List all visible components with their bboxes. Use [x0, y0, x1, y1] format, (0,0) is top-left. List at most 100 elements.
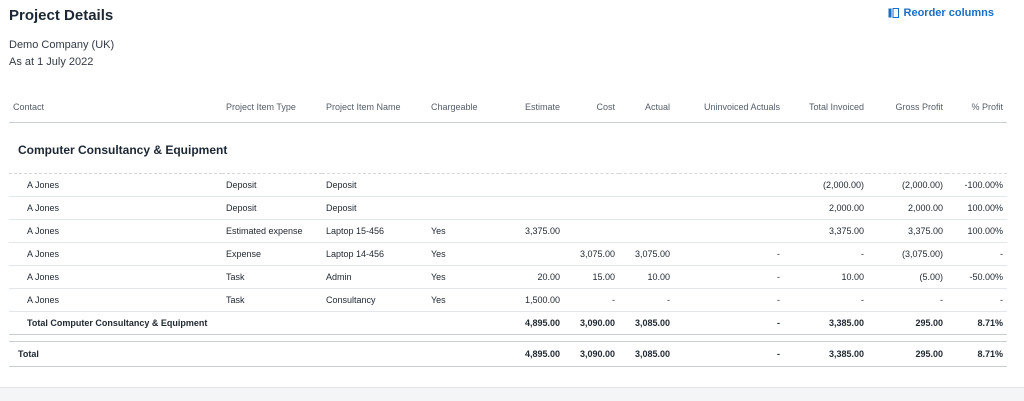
cell-contact[interactable]: A Jones — [9, 219, 222, 243]
total-uninvoiced: - — [674, 341, 784, 367]
total-percent-profit: 8.71% — [947, 341, 1007, 367]
cell-uninvoiced: - — [674, 265, 784, 289]
cell-contact[interactable]: A Jones — [9, 242, 222, 266]
subtotal-uninvoiced: - — [674, 311, 784, 335]
cell-uninvoiced — [674, 173, 784, 197]
cell-gross-profit: 3,375.00 — [868, 219, 947, 243]
column-header-cost[interactable]: Cost — [564, 92, 619, 123]
column-header-item-name[interactable]: Project Item Name — [322, 92, 427, 123]
cell-uninvoiced — [674, 219, 784, 243]
columns-icon — [888, 8, 899, 18]
table-row[interactable]: A Jones Expense Laptop 14-456 Yes 3,075.… — [9, 242, 1007, 266]
cell-estimate: 1,500.00 — [509, 288, 564, 312]
cell-cost — [564, 196, 619, 220]
cell-item-type: Deposit — [222, 196, 322, 220]
cell-chargeable — [427, 196, 509, 220]
cell-cost — [564, 173, 619, 197]
subtotal-total-invoiced: 3,385.00 — [784, 311, 868, 335]
column-header-uninvoiced-actuals[interactable]: Uninvoiced Actuals — [674, 92, 784, 123]
cell-estimate — [509, 173, 564, 197]
subtotal-cost: 3,090.00 — [564, 311, 619, 335]
cell-contact[interactable]: A Jones — [9, 196, 222, 220]
cell-contact[interactable]: A Jones — [9, 265, 222, 289]
cell-percent-profit: -50.00% — [947, 265, 1007, 289]
cell-percent-profit: -100.00% — [947, 173, 1007, 197]
total-total-invoiced: 3,385.00 — [784, 341, 868, 367]
group-name: Computer Consultancy & Equipment — [9, 122, 322, 174]
report-date: As at 1 July 2022 — [9, 56, 94, 68]
cell-estimate: 20.00 — [509, 265, 564, 289]
cell-gross-profit: (3,075.00) — [868, 242, 947, 266]
cell-total-invoiced: - — [784, 288, 868, 312]
cell-actual: 10.00 — [619, 265, 674, 289]
cell-percent-profit: - — [947, 288, 1007, 312]
cell-chargeable: Yes — [427, 288, 509, 312]
cell-item-type: Estimated expense — [222, 219, 322, 243]
cell-uninvoiced: - — [674, 242, 784, 266]
cell-chargeable: Yes — [427, 265, 509, 289]
cell-item-type: Task — [222, 265, 322, 289]
cell-item-type: Expense — [222, 242, 322, 266]
cell-chargeable — [427, 173, 509, 197]
footer-bar — [0, 387, 1024, 401]
subtotal-estimate: 4,895.00 — [509, 311, 564, 335]
group-subtotal-row: Total Computer Consultancy & Equipment 4… — [9, 311, 1007, 335]
cell-total-invoiced: 3,375.00 — [784, 219, 868, 243]
report-table: Contact Project Item Type Project Item N… — [9, 92, 1007, 367]
cell-item-type: Deposit — [222, 173, 322, 197]
table-row[interactable]: A Jones Deposit Deposit (2,000.00) (2,00… — [9, 173, 1007, 197]
cell-percent-profit: 100.00% — [947, 219, 1007, 243]
grand-total-row: Total 4,895.00 3,090.00 3,085.00 - 3,385… — [9, 341, 1007, 367]
cell-gross-profit: (2,000.00) — [868, 173, 947, 197]
column-header-percent-profit[interactable]: % Profit — [947, 92, 1007, 123]
subtotal-percent-profit: 8.71% — [947, 311, 1007, 335]
cell-total-invoiced: - — [784, 242, 868, 266]
cell-uninvoiced — [674, 196, 784, 220]
group-header-row: Computer Consultancy & Equipment — [9, 122, 1007, 174]
reorder-columns-label: Reorder columns — [903, 7, 994, 19]
cell-item-name: Deposit — [322, 173, 427, 197]
cell-item-name: Consultancy — [322, 288, 427, 312]
table-row[interactable]: A Jones Task Consultancy Yes 1,500.00 - … — [9, 288, 1007, 312]
column-header-chargeable[interactable]: Chargeable — [427, 92, 509, 123]
cell-item-name: Deposit — [322, 196, 427, 220]
table-row[interactable]: A Jones Deposit Deposit 2,000.00 2,000.0… — [9, 196, 1007, 220]
cell-total-invoiced: 2,000.00 — [784, 196, 868, 220]
cell-actual: - — [619, 288, 674, 312]
total-estimate: 4,895.00 — [509, 341, 564, 367]
cell-actual — [619, 219, 674, 243]
cell-item-name: Laptop 15-456 — [322, 219, 427, 243]
cell-actual — [619, 196, 674, 220]
column-header-item-type[interactable]: Project Item Type — [222, 92, 322, 123]
cell-estimate — [509, 242, 564, 266]
cell-actual — [619, 173, 674, 197]
cell-gross-profit: - — [868, 288, 947, 312]
cell-gross-profit: 2,000.00 — [868, 196, 947, 220]
cell-percent-profit: - — [947, 242, 1007, 266]
cell-cost: - — [564, 288, 619, 312]
table-row[interactable]: A Jones Estimated expense Laptop 15-456 … — [9, 219, 1007, 243]
cell-estimate — [509, 196, 564, 220]
cell-estimate: 3,375.00 — [509, 219, 564, 243]
cell-item-name: Admin — [322, 265, 427, 289]
project-details-report: Project Details Demo Company (UK) As at … — [0, 0, 1024, 401]
cell-chargeable: Yes — [427, 219, 509, 243]
cell-contact[interactable]: A Jones — [9, 288, 222, 312]
page-title: Project Details — [9, 7, 114, 24]
column-header-total-invoiced[interactable]: Total Invoiced — [784, 92, 868, 123]
cell-item-type: Task — [222, 288, 322, 312]
total-label: Total — [9, 341, 509, 367]
cell-cost: 15.00 — [564, 265, 619, 289]
total-actual: 3,085.00 — [619, 341, 674, 367]
cell-cost: 3,075.00 — [564, 242, 619, 266]
column-header-actual[interactable]: Actual — [619, 92, 674, 123]
column-header-gross-profit[interactable]: Gross Profit — [868, 92, 947, 123]
cell-total-invoiced: (2,000.00) — [784, 173, 868, 197]
column-header-contact[interactable]: Contact — [9, 92, 222, 123]
company-name: Demo Company (UK) — [9, 39, 115, 51]
reorder-columns-button[interactable]: Reorder columns — [888, 7, 994, 19]
table-row[interactable]: A Jones Task Admin Yes 20.00 15.00 10.00… — [9, 265, 1007, 289]
cell-contact[interactable]: A Jones — [9, 173, 222, 197]
column-header-estimate[interactable]: Estimate — [509, 92, 564, 123]
subtotal-gross-profit: 295.00 — [868, 311, 947, 335]
